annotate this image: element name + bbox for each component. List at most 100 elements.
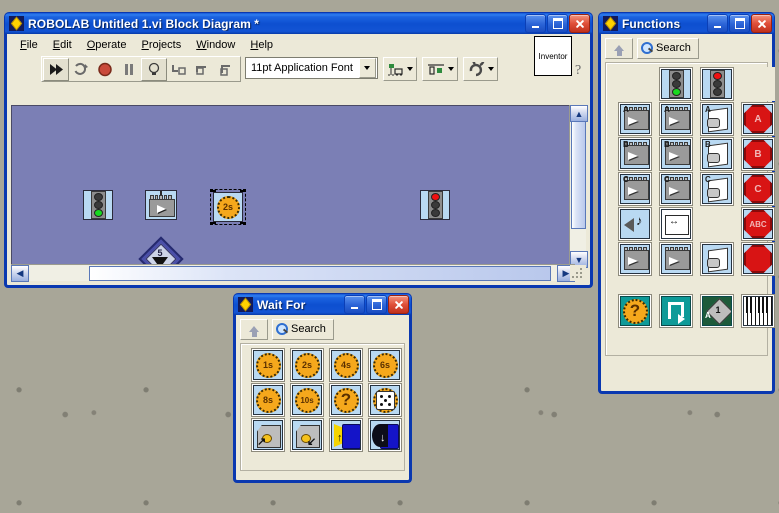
pause-icon[interactable] (117, 59, 141, 80)
reorder-objects-icon[interactable] (462, 57, 498, 81)
wait-custom-time-icon[interactable]: ? (329, 383, 363, 417)
arrow-up-right-glyph: ↗ (257, 436, 267, 448)
functions-palette-grid[interactable]: A A A A B B B B C C C C ♪ ↔ ABC (606, 63, 775, 276)
block-diagram-canvas[interactable]: 2s 5 (11, 105, 576, 269)
stop-c-icon[interactable]: C (741, 172, 775, 206)
stop-a-icon[interactable]: A (741, 102, 775, 136)
font-selector[interactable]: 11pt Application Font (245, 57, 378, 79)
minimize-button[interactable] (344, 295, 365, 314)
wait-for-titlebar[interactable]: Wait For (233, 293, 412, 315)
run-arrow-icon[interactable] (43, 57, 69, 81)
step-over-icon[interactable] (191, 59, 215, 80)
canvas-horizontal-scrollbar[interactable]: ◀ ▶ (11, 264, 575, 282)
lamp-b-icon[interactable]: B (700, 137, 734, 171)
traffic-light-green-icon[interactable] (659, 67, 693, 101)
wait-for-touch-press-icon[interactable]: ↑ (329, 418, 363, 452)
chevron-down-icon[interactable] (358, 58, 376, 78)
close-button[interactable] (751, 14, 772, 33)
functions-palette-toolbar[interactable]: Search (601, 34, 772, 59)
menu-operate[interactable]: Operate (80, 38, 134, 52)
lamp-c-icon[interactable]: C (700, 172, 734, 206)
vertical-scroll-thumb[interactable] (571, 121, 586, 229)
toolbar[interactable]: 11pt Application Font ? Inventor (7, 36, 590, 84)
motor-b-forward-icon[interactable]: B (618, 137, 652, 171)
robolab-block-diagram-window[interactable]: ROBOLAB Untitled 1.vi Block Diagram * Fi… (4, 12, 593, 288)
wait-8s-icon[interactable]: 8s (251, 383, 285, 417)
wait-10s-icon[interactable]: 10s (290, 383, 324, 417)
motor-c-forward-icon[interactable]: C (618, 172, 652, 206)
wait-2s-node[interactable]: 2s (210, 189, 246, 225)
horizontal-scroll-thumb[interactable] (89, 266, 551, 281)
rcx-brick-node[interactable] (145, 190, 177, 220)
motor-ac-icon[interactable] (618, 242, 652, 276)
wait-for-light-darker-icon[interactable]: ↙ (290, 418, 324, 452)
minimize-button[interactable] (525, 14, 546, 33)
distribute-objects-icon[interactable] (421, 57, 458, 81)
motor-a-reverse-icon[interactable]: A (659, 102, 693, 136)
sound-icon[interactable]: ♪ (618, 207, 652, 241)
search-button[interactable]: Search (272, 318, 334, 340)
traffic-light-green-node[interactable] (83, 190, 113, 220)
menu-window[interactable]: Window (189, 38, 242, 52)
motor-a-forward-icon[interactable]: A (618, 102, 652, 136)
structures-subpalette-icon[interactable] (659, 294, 693, 328)
functions-palette-window[interactable]: Functions Search A A A A B B B B C C C C… (598, 12, 775, 394)
run-continuously-icon[interactable] (69, 59, 93, 80)
menu-edit[interactable]: Edit (46, 38, 79, 52)
stop-b-icon[interactable]: B (741, 137, 775, 171)
main-window-titlebar[interactable]: ROBOLAB Untitled 1.vi Block Diagram * (4, 12, 593, 34)
maximize-button[interactable] (729, 14, 750, 33)
wait-for-palette-toolbar[interactable]: Search (236, 315, 409, 340)
motor-all-icon[interactable] (659, 242, 693, 276)
step-out-icon[interactable] (215, 59, 239, 80)
motor-b-letter: B (623, 140, 629, 149)
wait-1s-icon[interactable]: 1s (251, 348, 285, 382)
reverse-direction-icon[interactable]: ↔ (659, 207, 693, 241)
close-button[interactable] (388, 295, 409, 314)
up-one-level-icon[interactable] (240, 318, 268, 340)
wait-6s-icon[interactable]: 6s (368, 348, 402, 382)
lamp-all-icon[interactable] (700, 242, 734, 276)
resize-grip[interactable] (570, 265, 586, 281)
wait-4s-icon[interactable]: 4s (329, 348, 363, 382)
menu-help[interactable]: Help (243, 38, 280, 52)
modifiers-subpalette-icon[interactable]: 1 A (700, 294, 734, 328)
motor-b-reverse-icon[interactable]: B (659, 137, 693, 171)
motor-c-reverse-icon[interactable]: C (659, 172, 693, 206)
wait-for-palette-window[interactable]: Wait For Search 1s 2s 4s 6s 8s 10s ? ↗ ↙… (233, 293, 412, 483)
menubar[interactable]: File Edit Operate Projects Window Help (7, 34, 590, 54)
wait-for-touch-release-icon[interactable]: ↓ (368, 418, 402, 452)
stop-abc-icon[interactable]: ABC (741, 207, 775, 241)
wait-for-light-brighter-icon[interactable]: ↗ (251, 418, 285, 452)
close-button[interactable] (569, 14, 590, 33)
maximize-button[interactable] (547, 14, 568, 33)
search-button[interactable]: Search (637, 37, 699, 59)
up-one-level-icon[interactable] (605, 37, 633, 59)
scroll-left-icon[interactable]: ◀ (11, 265, 29, 282)
stop-all-icon[interactable] (741, 242, 775, 276)
lamp-a-icon[interactable]: A (700, 102, 734, 136)
traffic-light-red-node[interactable] (420, 190, 450, 220)
functions-titlebar[interactable]: Functions (598, 12, 775, 34)
functions-subpalette-row[interactable]: ? 1 A (606, 288, 775, 328)
wait-random-time-icon[interactable] (368, 383, 402, 417)
context-help-icon[interactable]: ? (570, 58, 590, 79)
canvas-vertical-scrollbar[interactable]: ▲ ▼ (569, 105, 588, 268)
highlight-execution-bulb-icon[interactable] (141, 57, 167, 81)
wait-for-subpalette-icon[interactable]: ? (618, 294, 652, 328)
menu-file[interactable]: File (13, 38, 45, 52)
step-into-icon[interactable] (167, 59, 191, 80)
minimize-button[interactable] (707, 14, 728, 33)
main-window-buttons[interactable] (525, 14, 590, 33)
menu-projects[interactable]: Projects (134, 38, 188, 52)
abort-execution-icon[interactable] (93, 59, 117, 80)
music-subpalette-icon[interactable] (741, 294, 775, 328)
functions-window-buttons[interactable] (707, 14, 772, 33)
wait-for-grid[interactable]: 1s 2s 4s 6s 8s 10s ? ↗ ↙ ↑ ↓ (241, 344, 404, 452)
maximize-button[interactable] (366, 295, 387, 314)
scroll-up-icon[interactable]: ▲ (570, 105, 588, 122)
wait-2s-icon[interactable]: 2s (290, 348, 324, 382)
align-objects-icon[interactable] (382, 57, 417, 81)
traffic-light-red-icon[interactable] (700, 67, 734, 101)
wait-for-window-buttons[interactable] (344, 295, 409, 314)
